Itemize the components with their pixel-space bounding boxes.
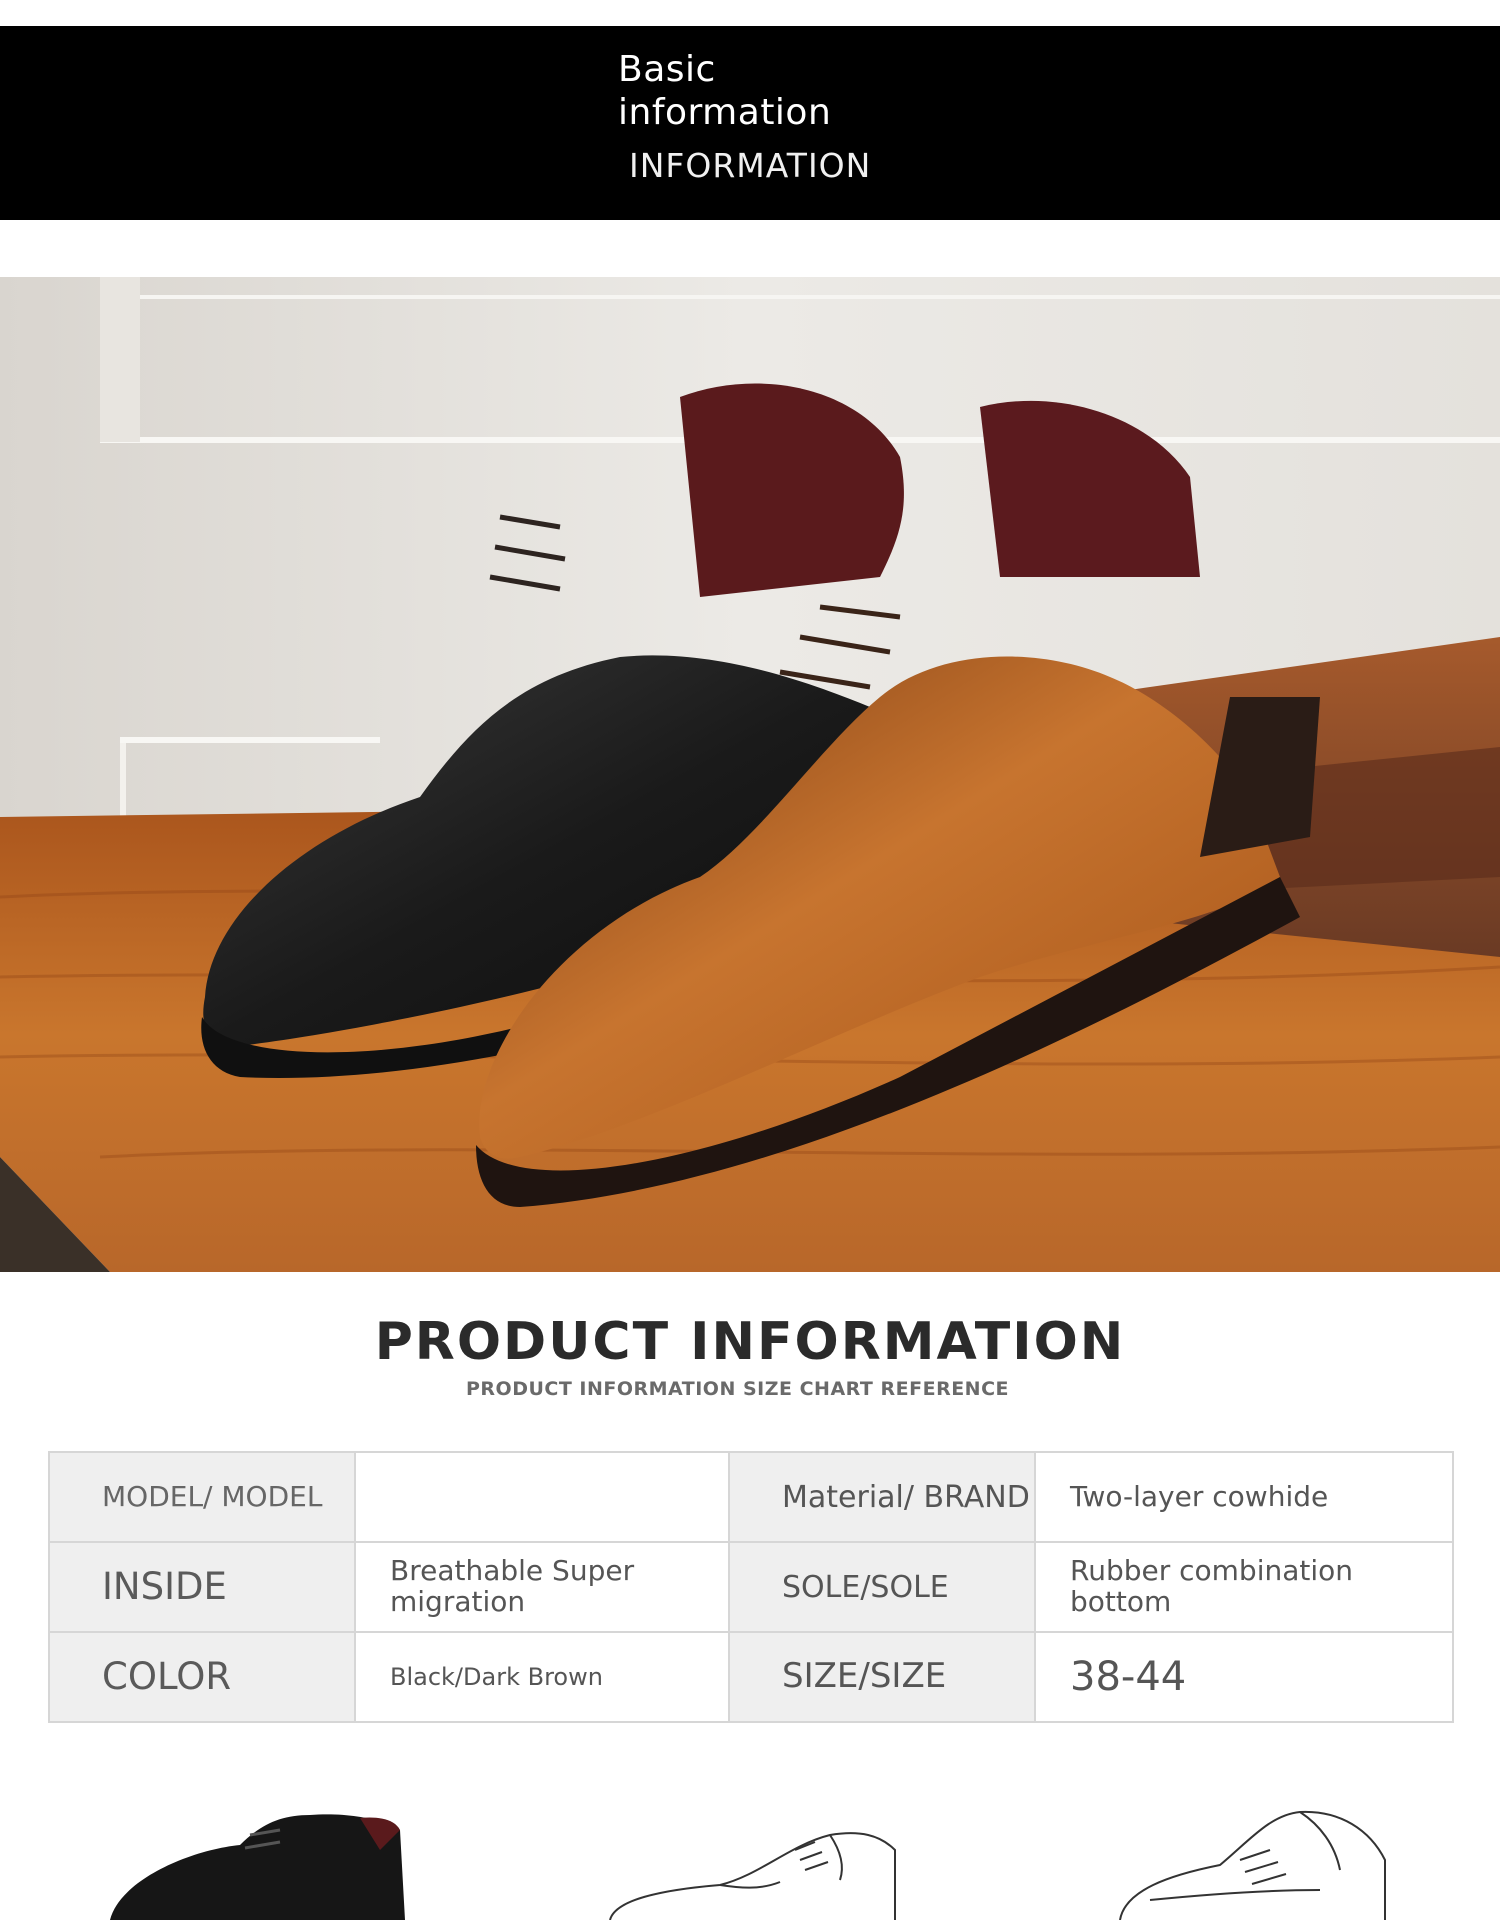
black-shoe-photo (110, 1814, 405, 1920)
product-info-table: MODEL/ MODEL Material/ BRAND Two-layer c… (48, 1451, 1454, 1723)
shoe-top-sketch-icon (1119, 1810, 1386, 1920)
sole-value: Rubber combination bottom (1034, 1541, 1454, 1633)
color-label: COLOR (48, 1631, 356, 1723)
inside-label: INSIDE (48, 1541, 356, 1633)
model-label: MODEL/ MODEL (48, 1451, 356, 1543)
product-info-title: PRODUCT INFORMATION (374, 1312, 1126, 1372)
size-value: 38-44 (1034, 1631, 1454, 1723)
size-label: SIZE/SIZE (728, 1631, 1036, 1723)
model-value (354, 1451, 730, 1543)
table-row: COLOR Black/Dark Brown SIZE/SIZE 38-44 (48, 1631, 1454, 1723)
material-label: Material/ BRAND (728, 1451, 1036, 1543)
hero-product-photo (0, 277, 1500, 1272)
shoe-thumbnails (0, 1790, 1500, 1920)
table-row: MODEL/ MODEL Material/ BRAND Two-layer c… (48, 1451, 1454, 1543)
sole-label: SOLE/SOLE (728, 1541, 1036, 1633)
table-row: INSIDE Breathable Super migration SOLE/S… (48, 1541, 1454, 1633)
inside-value: Breathable Super migration (354, 1541, 730, 1633)
shoe-side-sketch-icon (609, 1832, 896, 1920)
product-info-subtitle: PRODUCT INFORMATION SIZE CHART REFERENCE (465, 1378, 1010, 1400)
material-value: Two-layer cowhide (1034, 1451, 1454, 1543)
header-banner: Basic information INFORMATION (0, 26, 1500, 220)
header-title: Basic information (618, 49, 832, 133)
header-subtitle: INFORMATION (629, 146, 872, 185)
color-value: Black/Dark Brown (354, 1631, 730, 1723)
